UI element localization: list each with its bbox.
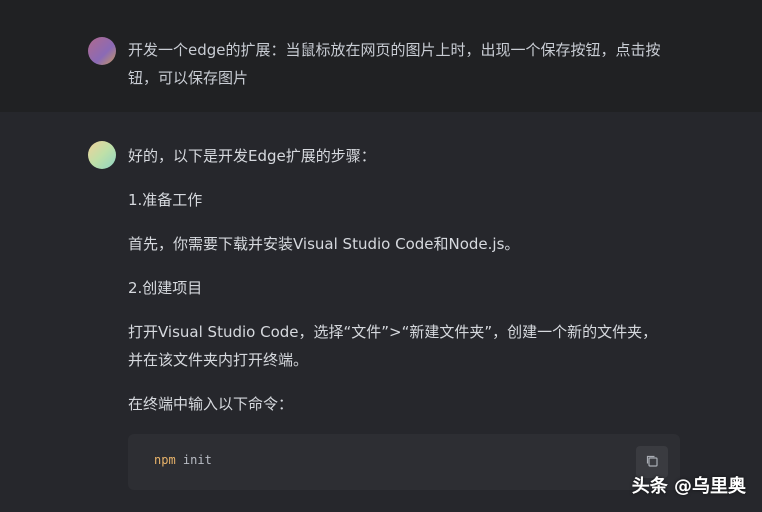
code-args: init: [175, 453, 212, 467]
step2-title: 2.创建项目: [128, 279, 203, 297]
terminal-prompt-text: 在终端中输入以下命令：: [128, 395, 294, 413]
assistant-message: 好的，以下是开发Edge扩展的步骤： 1.准备工作 首先，你需要下载并安装Vis…: [0, 112, 762, 512]
step2-body-line1: 打开Visual Studio Code，选择“文件”>“新建文件夹”，创建一个…: [128, 323, 658, 341]
code-block: npm init: [128, 434, 680, 490]
step2-body-line2: 并在该文件夹内打开终端。: [128, 351, 309, 369]
user-message-text: 开发一个edge的扩展：当鼠标放在网页的图片上时，出现一个保存按钮，点击按钮，可…: [128, 41, 661, 87]
assistant-intro: 好的，以下是开发Edge扩展的步骤：: [128, 147, 376, 165]
watermark: 头条 @乌里奥: [631, 476, 746, 497]
code-command: npm: [154, 453, 176, 467]
assistant-avatar: [88, 141, 116, 169]
step1-title: 1.准备工作: [128, 191, 203, 209]
copy-icon: [645, 453, 659, 472]
step1-body: 首先，你需要下载并安装Visual Studio Code和Node.js。: [128, 235, 520, 253]
user-avatar: [88, 37, 116, 65]
user-message: 开发一个edge的扩展：当鼠标放在网页的图片上时，出现一个保存按钮，点击按钮，可…: [0, 0, 762, 112]
code-text[interactable]: npm init: [154, 453, 212, 467]
